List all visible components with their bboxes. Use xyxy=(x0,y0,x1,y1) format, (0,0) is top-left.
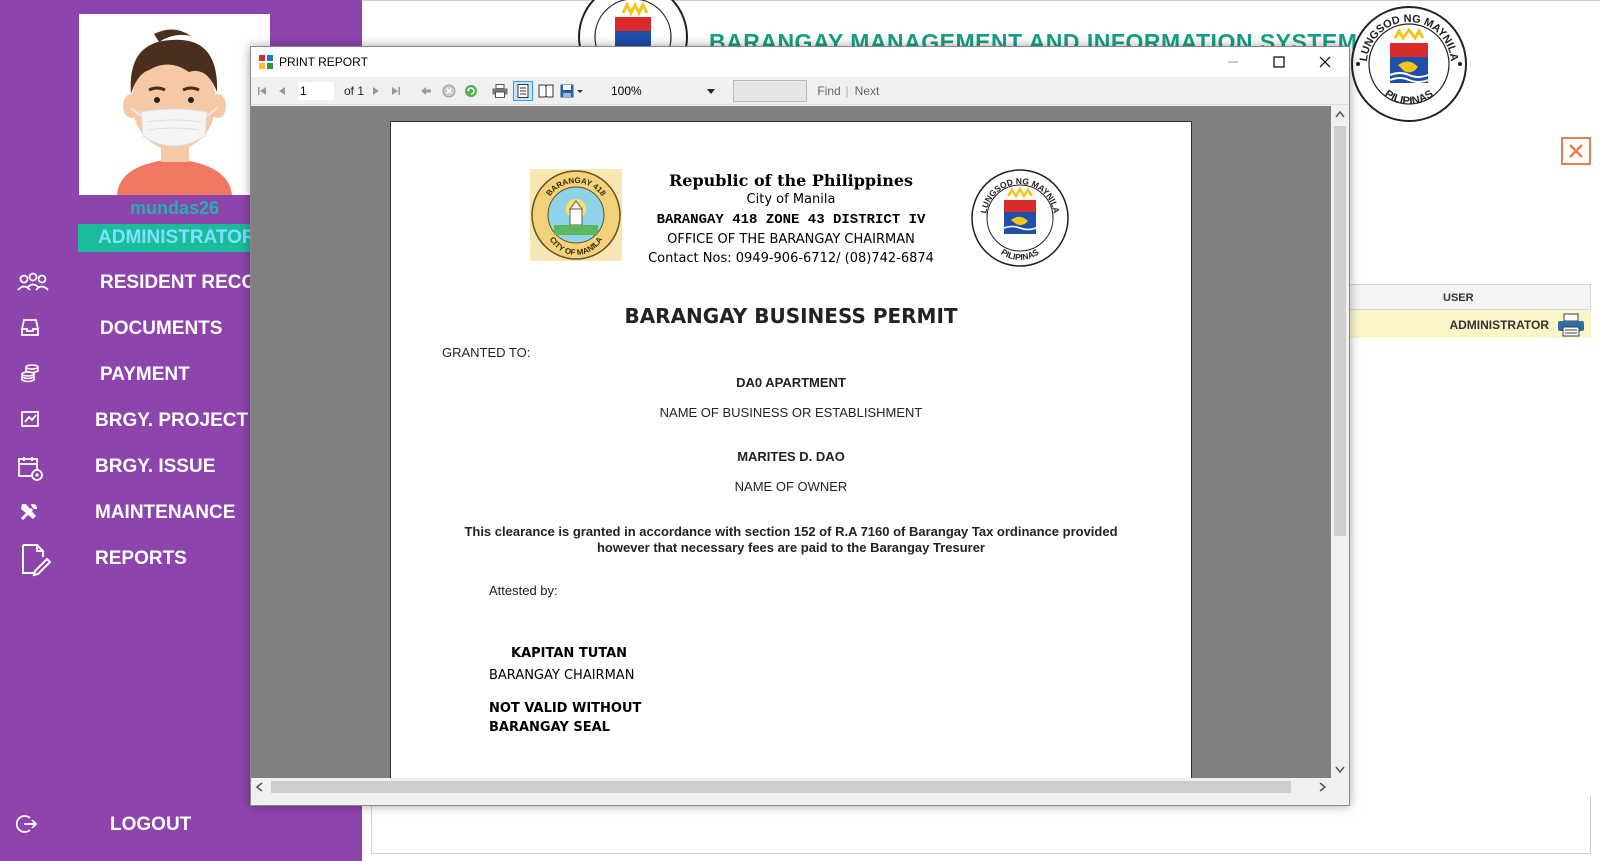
stop-icon xyxy=(442,84,456,98)
find-input[interactable] xyxy=(733,80,807,102)
tools-icon xyxy=(18,501,44,525)
print-layout-button[interactable] xyxy=(513,81,533,101)
close-icon xyxy=(1569,144,1583,158)
nav-label-documents: DOCUMENTS xyxy=(100,318,223,339)
export-button[interactable] xyxy=(559,82,585,100)
save-export-icon xyxy=(560,84,583,98)
nav-label-brgy-project: BRGY. PROJECT xyxy=(95,410,249,431)
city-heading: City of Manila xyxy=(746,192,836,207)
dialog-title: PRINT REPORT xyxy=(279,55,368,69)
horizontal-scrollbar[interactable] xyxy=(251,778,1331,796)
logout-button[interactable]: LOGOUT xyxy=(0,805,362,845)
republic-heading: Republic of the Philippines xyxy=(668,171,914,190)
minimize-button[interactable] xyxy=(1210,47,1256,77)
report-viewer[interactable]: BARANGAY 418 CITY OF MANILA LUNGSOD NG M… xyxy=(251,106,1331,778)
vertical-scrollbar[interactable] xyxy=(1331,106,1349,778)
close-icon xyxy=(1319,56,1331,68)
scroll-down-icon[interactable] xyxy=(1335,766,1345,774)
nav-label-reports: REPORTS xyxy=(95,548,187,569)
nav-label-payment: PAYMENT xyxy=(100,364,190,385)
next-page-icon xyxy=(373,87,379,95)
owner-name: MARITES D. DAO xyxy=(737,449,845,464)
owner-caption: NAME OF OWNER xyxy=(734,479,848,494)
page-number-input[interactable]: 1 xyxy=(297,81,335,101)
scroll-right-icon[interactable] xyxy=(1319,782,1327,792)
table-header: USER xyxy=(1342,284,1591,310)
last-page-button[interactable] xyxy=(389,82,403,100)
avatar xyxy=(79,14,270,195)
find-button[interactable]: Find xyxy=(816,82,842,100)
page-setup-icon xyxy=(538,84,554,98)
barangay-heading: BARANGAY 418 ZONE 43 DISTRICT IV xyxy=(656,212,926,228)
report-toolbar: 1 of 1 100% Find | Next xyxy=(251,77,1349,105)
next-page-button[interactable] xyxy=(369,82,383,100)
inbox-icon xyxy=(20,317,46,341)
contact-heading: Contact Nos: 0949-906-6712/ (08)742-6874 xyxy=(648,251,934,266)
business-caption: NAME OF BUSINESS OR ESTABLISHMENT xyxy=(659,405,923,420)
column-header-user[interactable]: USER xyxy=(1443,292,1474,304)
toolbar-separator: | xyxy=(845,84,849,98)
zoom-value: 100% xyxy=(611,84,642,98)
print-button[interactable] xyxy=(491,82,509,100)
edit-document-icon xyxy=(20,543,52,577)
logout-label: LOGOUT xyxy=(110,814,192,835)
refresh-icon xyxy=(465,85,477,97)
signatory-name: KAPITAN TUTAN xyxy=(511,646,628,661)
horizontal-scroll-thumb[interactable] xyxy=(271,781,1291,793)
printer-icon xyxy=(492,84,508,98)
maximize-button[interactable] xyxy=(1256,47,1302,77)
back-button[interactable] xyxy=(419,82,433,100)
signatory-title: BARANGAY CHAIRMAN xyxy=(489,668,635,683)
avatar-illustration-icon xyxy=(79,14,270,195)
zoom-select[interactable]: 100% xyxy=(607,81,719,101)
first-page-button[interactable] xyxy=(255,82,269,100)
manila-seal-header-right: LUNGSOD NG MAYNILA PILIPINAS xyxy=(1350,5,1468,128)
username-label: mundas26 xyxy=(129,198,220,218)
refresh-button[interactable] xyxy=(463,82,479,100)
vertical-scroll-thumb[interactable] xyxy=(1334,126,1346,536)
scroll-left-icon[interactable] xyxy=(255,782,263,792)
maximize-icon xyxy=(1273,56,1285,68)
chevron-down-icon xyxy=(707,89,715,94)
office-heading: OFFICE OF THE BARANGAY CHAIRMAN xyxy=(667,232,915,247)
first-page-icon xyxy=(258,87,266,95)
stop-button[interactable] xyxy=(441,82,457,100)
notice-line-2: BARANGAY SEAL xyxy=(489,720,610,735)
clause-line-2: however that necessary fees are paid to … xyxy=(596,540,985,555)
page-layout-icon xyxy=(517,84,529,98)
granted-to-label: GRANTED TO: xyxy=(442,345,531,360)
find-next-button[interactable]: Next xyxy=(853,82,881,100)
residents-icon xyxy=(16,271,49,295)
app-icon xyxy=(259,55,273,74)
calendar-gear-icon xyxy=(17,455,43,481)
user-cell: ADMINISTRATOR xyxy=(1449,318,1549,332)
chart-icon xyxy=(20,409,46,433)
report-page: BARANGAY 418 CITY OF MANILA LUNGSOD NG M… xyxy=(390,121,1192,778)
logout-icon xyxy=(15,813,42,837)
page-setup-button[interactable] xyxy=(537,82,555,100)
page-count-label: of 1 xyxy=(343,84,364,98)
nav-label-maintenance: MAINTENANCE xyxy=(95,502,236,523)
last-page-icon xyxy=(392,87,400,95)
main-close-button[interactable] xyxy=(1561,137,1591,165)
previous-page-button[interactable] xyxy=(275,82,289,100)
print-report-dialog: PRINT REPORT 1 of 1 100% Find | Next BAR… xyxy=(250,46,1350,806)
nav-label-brgy-issue: BRGY. ISSUE xyxy=(95,456,216,477)
table-row[interactable]: ADMINISTRATOR xyxy=(1342,310,1591,338)
attested-by-label: Attested by: xyxy=(489,583,558,598)
report-title: BARANGAY BUSINESS PERMIT xyxy=(624,304,958,328)
notice-line-1: NOT VALID WITHOUT xyxy=(489,701,642,716)
back-arrow-icon xyxy=(421,87,431,95)
close-button[interactable] xyxy=(1302,47,1348,77)
app-window: mundas26 ADMINISTRATOR RESIDENT RECORDS … xyxy=(0,0,1600,861)
coins-icon xyxy=(20,363,46,387)
minimize-icon xyxy=(1228,61,1238,63)
clause-line-1: This clearance is granted in accordance … xyxy=(464,524,1118,539)
scroll-up-icon[interactable] xyxy=(1335,110,1345,118)
printer-icon[interactable] xyxy=(1557,313,1585,342)
dialog-titlebar[interactable]: PRINT REPORT xyxy=(251,47,1349,77)
business-name: DA0 APARTMENT xyxy=(736,375,846,390)
previous-page-icon xyxy=(279,87,285,95)
